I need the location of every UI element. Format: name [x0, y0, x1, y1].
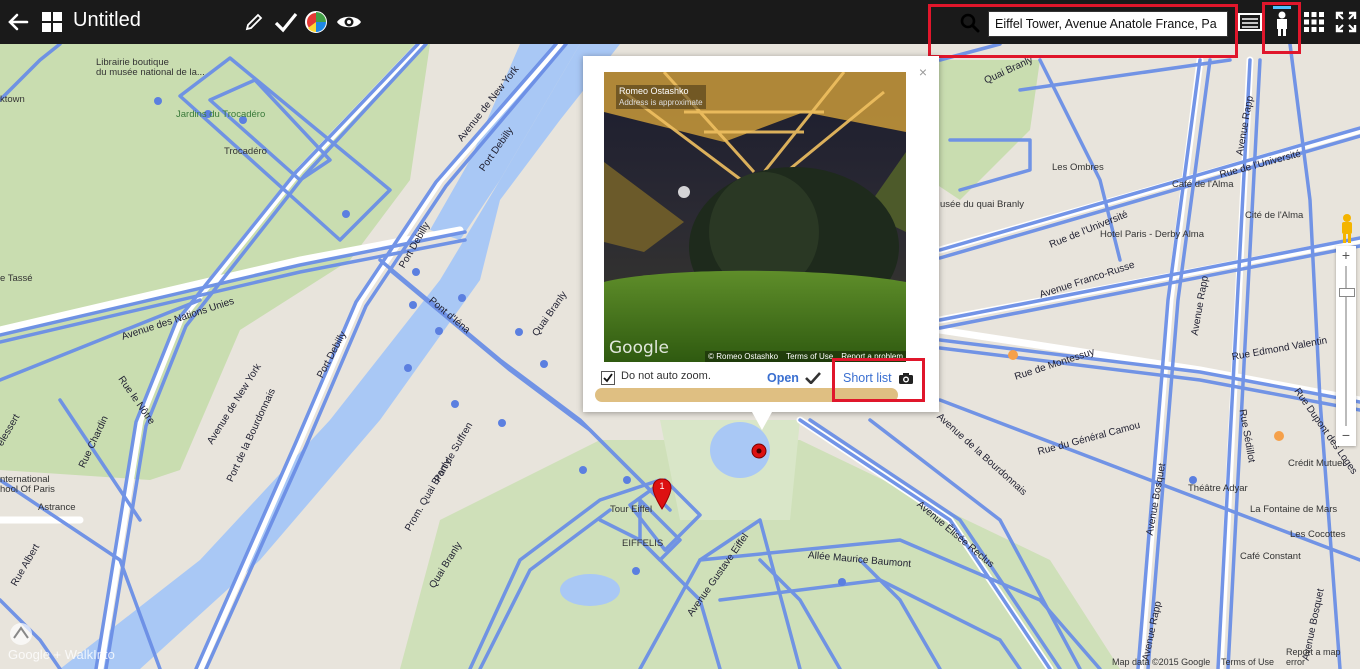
auto-zoom-checkbox[interactable] — [601, 371, 615, 385]
map-marker-label: 1 — [659, 481, 665, 491]
highlight-streetview-box — [1262, 2, 1301, 54]
photo-note: Address is approximate — [619, 98, 703, 107]
open-button[interactable]: Open — [767, 371, 821, 385]
google-watermark: Google — [609, 338, 669, 358]
pencil-icon — [245, 13, 263, 31]
zoom-control: + − — [1336, 246, 1356, 446]
checkmark-icon — [805, 372, 821, 384]
street-view-photo[interactable]: Romeo Ostashko Address is approximate Go… — [604, 72, 906, 362]
label-astrance[interactable]: Astrance — [38, 502, 76, 513]
footer-report-link[interactable]: Report a map error — [1286, 647, 1360, 667]
back-button[interactable] — [2, 6, 34, 38]
close-icon[interactable]: × — [919, 64, 927, 80]
label-credit-mutuel[interactable]: Crédit Mutuel — [1288, 458, 1345, 469]
label-trocadero[interactable]: Trocadéro — [224, 146, 267, 157]
edit-button[interactable] — [238, 6, 270, 38]
label-theatre-adyar[interactable]: Théâtre Adyar — [1188, 483, 1248, 494]
preview-button[interactable] — [333, 6, 365, 38]
popup-pointer — [752, 412, 772, 430]
label-hotel-derby[interactable]: Hotel Paris - Derby Alma — [1100, 229, 1204, 240]
eye-icon — [337, 16, 361, 28]
footer-brand: Google + WalkInto — [8, 647, 115, 662]
pegman-drag-icon[interactable] — [1338, 212, 1356, 244]
fullscreen-icon — [1335, 11, 1357, 33]
label-tour-eiffel[interactable]: Tour Eiffel — [610, 504, 652, 515]
arrow-left-icon — [8, 13, 29, 31]
auto-zoom-label: Do not auto zoom. — [621, 370, 711, 382]
app-logo-icon — [10, 623, 32, 645]
label-ktown: ktown — [0, 94, 25, 105]
label-cafe-constant[interactable]: Café Constant — [1240, 551, 1301, 562]
map-target-marker[interactable] — [751, 443, 767, 459]
grid-icon — [42, 12, 62, 32]
fullscreen-button[interactable] — [1330, 6, 1360, 38]
checkmark-icon — [274, 12, 298, 33]
tile-view-button[interactable] — [1298, 6, 1330, 38]
label-les-ombres[interactable]: Les Ombres — [1052, 162, 1104, 173]
zoom-out-button[interactable]: − — [1336, 426, 1356, 444]
label-librairie-2[interactable]: du musée national de la... — [96, 67, 205, 78]
zoom-slider-handle[interactable] — [1339, 288, 1355, 297]
apps-grid-button[interactable] — [36, 6, 68, 38]
photo-terms-link[interactable]: Terms of Use — [786, 352, 833, 361]
label-international-2: hool Of Paris — [0, 484, 55, 495]
label-musee-branly[interactable]: usée du quai Branly — [940, 199, 1024, 210]
eiffel-tower-photo-image — [604, 72, 906, 362]
check-icon — [603, 373, 613, 383]
label-jardins[interactable]: Jardins du Trocadéro — [176, 109, 265, 120]
grid-small-icon — [1304, 12, 1324, 32]
label-tasse: e Tassé — [0, 273, 33, 284]
highlight-search-box — [928, 4, 1238, 58]
label-eiffelis[interactable]: EIFFELIS — [622, 538, 663, 549]
highlight-shortlist-box — [832, 358, 925, 402]
color-wheel-icon — [305, 11, 327, 33]
document-title[interactable]: Untitled — [73, 9, 141, 32]
photo-credit: © Romeo Ostashko — [708, 352, 779, 361]
photo-info-box: Romeo Ostashko Address is approximate — [616, 85, 706, 109]
footer-map-data: Map data ©2015 Google — [1112, 657, 1211, 667]
zoom-in-button[interactable]: + — [1336, 246, 1356, 264]
footer-terms-link[interactable]: Terms of Use — [1221, 657, 1274, 667]
photo-author[interactable]: Romeo Ostashko — [619, 86, 703, 97]
confirm-button[interactable] — [270, 6, 302, 38]
open-button-label: Open — [767, 371, 799, 385]
list-icon — [1238, 13, 1262, 31]
label-cite-alma: Cité de l'Alma — [1245, 210, 1304, 221]
label-fontaine-mars[interactable]: La Fontaine de Mars — [1250, 504, 1337, 515]
color-theme-button[interactable] — [300, 6, 332, 38]
label-cocottes[interactable]: Les Cocottes — [1290, 529, 1345, 540]
label-cafe-alma[interactable]: Café de l'Alma — [1172, 179, 1233, 190]
